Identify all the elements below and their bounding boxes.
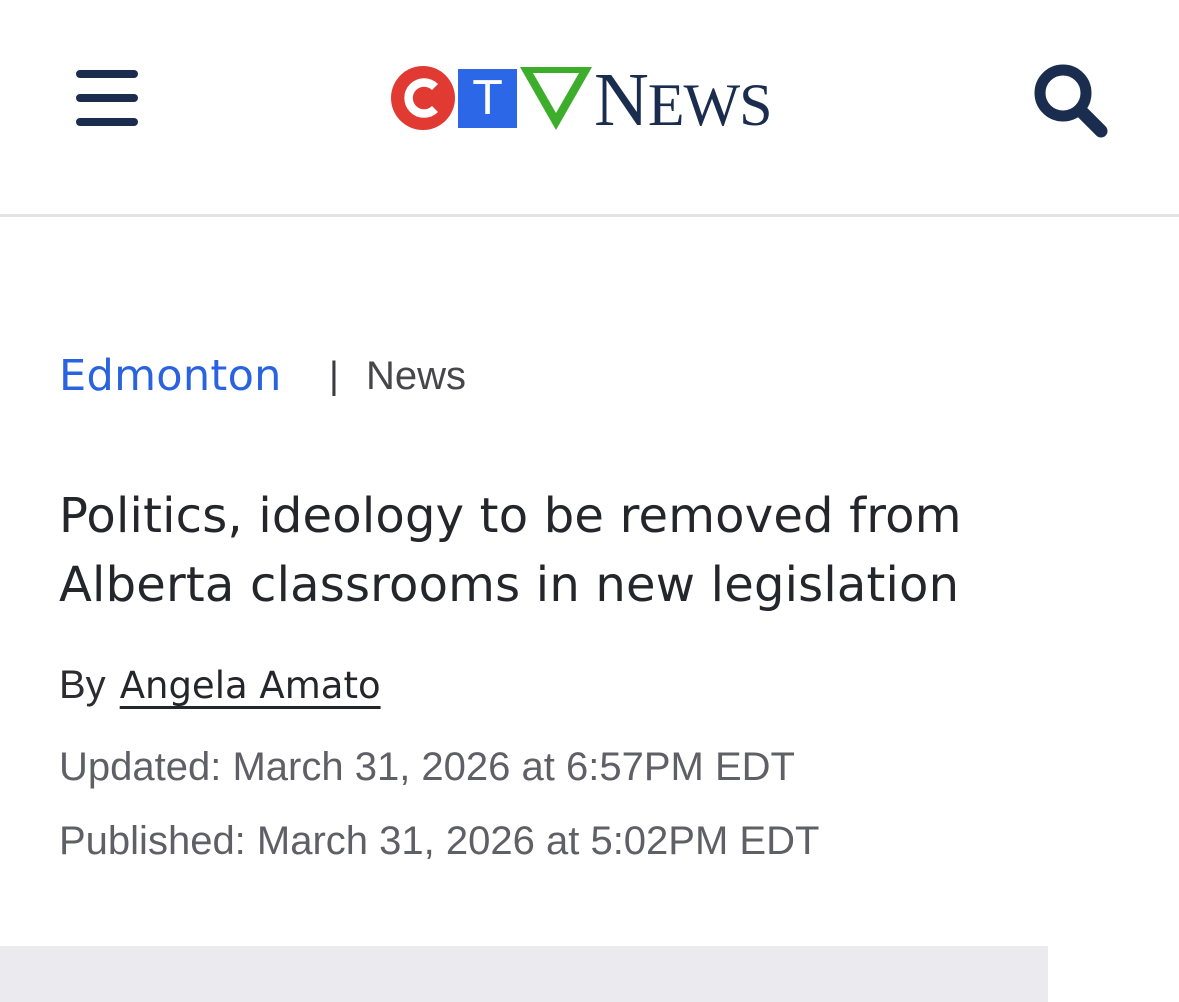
updated-timestamp: Updated: March 31, 2026 at 6:57PM EDT	[59, 745, 795, 789]
published-timestamp: Published: March 31, 2026 at 5:02PM EDT	[59, 819, 820, 863]
news-wordmark: NEWS	[594, 58, 773, 142]
breadcrumb-section-link[interactable]: Edmonton	[59, 346, 282, 406]
magnifier-search-icon	[1034, 64, 1108, 138]
ctv-v-triangle-logo-mark	[520, 67, 592, 130]
site-header: T NEWS	[0, 0, 1179, 217]
logo-letter-t: T	[473, 71, 502, 125]
ctv-t-square-logo-mark: T	[458, 69, 517, 128]
article-byline: By Angela Amato	[59, 657, 381, 713]
breadcrumb-subsection: News	[366, 354, 467, 398]
author-link[interactable]: Angela Amato	[120, 664, 381, 707]
menu-button[interactable]	[72, 68, 142, 130]
breadcrumb-separator: |	[329, 355, 339, 397]
byline-prefix: By	[59, 663, 106, 707]
search-button[interactable]	[1030, 60, 1110, 140]
ctv-c-circle-logo-mark	[391, 66, 455, 130]
media-placeholder	[0, 946, 1048, 1002]
article-headline: Politics, ideology to be removed from Al…	[59, 488, 962, 613]
